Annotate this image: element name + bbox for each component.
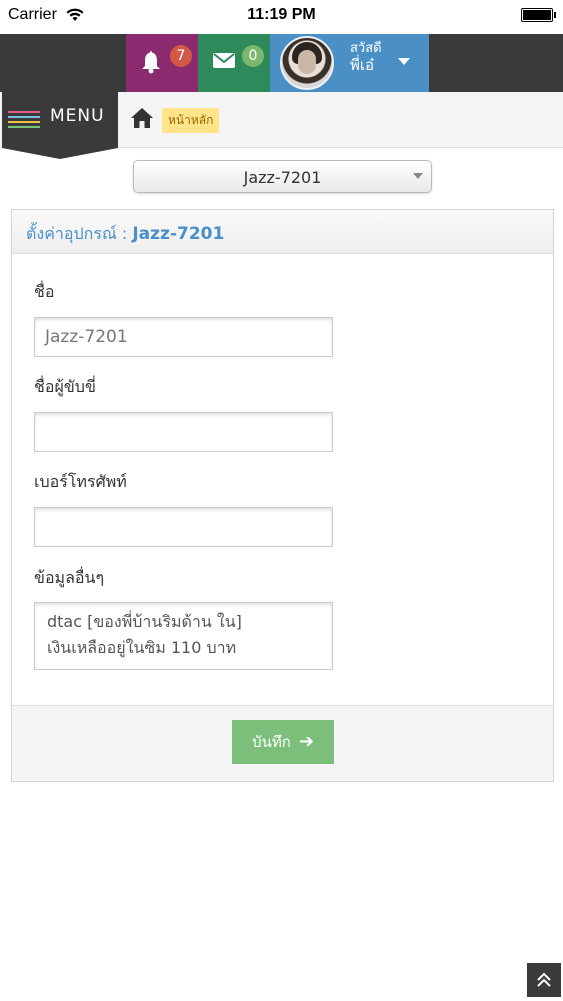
name-label: ชื่อ [34, 282, 55, 301]
messages-button[interactable]: 0 [198, 34, 270, 92]
user-menu-button[interactable]: สวัสดี พี่เอ๋ [270, 34, 429, 92]
menu-button[interactable]: MENU [2, 92, 118, 160]
bell-icon [140, 50, 162, 78]
menu-label: MENU [50, 106, 105, 126]
clock-label: 11:19 PM [247, 6, 316, 23]
arrow-right-icon: ➔ [298, 731, 314, 752]
phone-field[interactable] [34, 507, 333, 547]
hamburger-icon [8, 111, 40, 131]
scroll-to-top-button[interactable] [527, 963, 561, 997]
home-icon[interactable] [130, 107, 154, 133]
other-info-textarea[interactable]: dtac [ของพี่บ้านริมด้าน ใน] เงินเหลืออยู… [34, 602, 333, 670]
panel-header: ตั้งค่าอุปกรณ์ : Jazz-7201 [12, 210, 553, 254]
top-navbar: 7 0 สวัสดี พี่เอ๋ [0, 34, 563, 92]
other-info-line-1: dtac [ของพี่บ้านริมด้าน ใน] [47, 612, 242, 631]
avatar [280, 36, 334, 90]
other-info-line-2: เงินเหลืออยู่ในซิม 110 บาท [47, 638, 237, 657]
battery-icon [521, 8, 556, 22]
envelope-icon [212, 50, 236, 74]
device-settings-panel: ตั้งค่าอุปกรณ์ : Jazz-7201 ชื่อ Jazz-720… [11, 209, 554, 782]
user-greeting: สวัสดี พี่เอ๋ [350, 40, 382, 74]
name-field[interactable]: Jazz-7201 [34, 317, 333, 357]
user-name: พี่เอ๋ [350, 56, 375, 74]
status-bar: Carrier 11:19 PM [0, 0, 563, 32]
driver-name-label: ชื่อผู้ขับขี่ [34, 377, 96, 396]
greeting-text: สวัสดี [350, 41, 382, 56]
double-chevron-up-icon [537, 972, 551, 987]
save-button[interactable]: บันทึก ➔ [232, 720, 334, 764]
save-button-label: บันทึก [252, 733, 291, 751]
device-select-value: Jazz-7201 [243, 168, 322, 187]
device-select[interactable]: Jazz-7201 [133, 160, 432, 193]
chevron-down-icon [398, 58, 410, 65]
panel-footer: บันทึก ➔ [12, 705, 553, 781]
panel-title-prefix: ตั้งค่าอุปกรณ์ : [26, 224, 128, 243]
driver-name-field[interactable] [34, 412, 333, 452]
panel-title-device: Jazz-7201 [132, 224, 225, 244]
messages-badge: 0 [242, 45, 264, 67]
name-field-placeholder: Jazz-7201 [45, 327, 128, 347]
breadcrumb-home-link[interactable]: หน้าหลัก [162, 108, 220, 133]
panel-title: ตั้งค่าอุปกรณ์ : Jazz-7201 [26, 222, 224, 247]
chevron-down-icon [413, 173, 423, 179]
notifications-button[interactable]: 7 [126, 34, 198, 92]
notifications-badge: 7 [170, 45, 192, 67]
phone-label: เบอร์โทรศัพท์ [34, 472, 127, 491]
other-info-label: ข้อมูลอื่นๆ [34, 568, 105, 587]
